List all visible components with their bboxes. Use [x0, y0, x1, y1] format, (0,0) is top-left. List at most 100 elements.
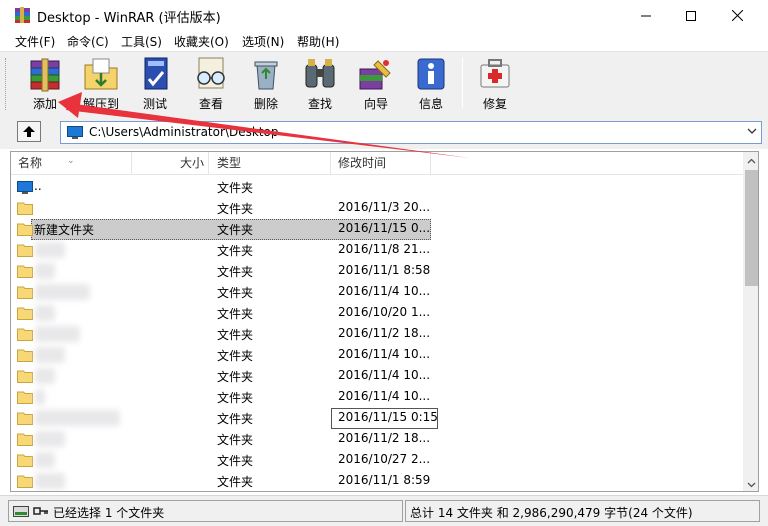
table-row[interactable]: 文件夹 2016/11/4 10...: [11, 345, 743, 366]
file-modified: 2016/11/1 8:58: [338, 263, 431, 277]
extract-to-label: 解压到: [82, 97, 119, 111]
file-modified: 2016/11/4 10...: [338, 368, 431, 382]
minimize-icon: [641, 15, 651, 16]
folder-icon: [17, 202, 33, 215]
column-name-header[interactable]: 名称 ⌄: [11, 152, 132, 175]
menu-file[interactable]: 文件(F): [15, 33, 55, 50]
table-row[interactable]: 文件夹 2016/10/27 2...: [11, 450, 743, 471]
file-type: 文件夹: [217, 349, 254, 363]
folder-icon: [17, 475, 33, 488]
table-row[interactable]: 文件夹 2016/10/20 1...: [11, 303, 743, 324]
status-total: 总计 14 文件夹 和 2,986,290,479 字节(24 个文件): [405, 500, 760, 522]
repair-button[interactable]: 修复: [471, 55, 519, 113]
file-modified: 2016/11/2 18...: [338, 431, 431, 445]
find-button[interactable]: 查找: [296, 55, 344, 113]
table-row[interactable]: 文件夹 2016/11/3 20...: [11, 198, 743, 219]
menu-help[interactable]: 帮助(H): [297, 33, 339, 50]
file-modified: 2016/11/8 21...: [338, 242, 431, 256]
redacted-name: [35, 473, 65, 489]
file-modified: 2016/11/15 0:15: [338, 410, 438, 424]
column-size-header[interactable]: 大小: [132, 152, 209, 175]
file-type: 文件夹: [217, 265, 254, 279]
extract-folder-icon: [84, 58, 118, 90]
column-size-label: 大小: [179, 156, 204, 170]
table-row[interactable]: 新建文件夹 文件夹 2016/11/15 0...: [11, 219, 743, 240]
folder-icon: [17, 349, 33, 362]
column-name-label: 名称: [18, 156, 43, 170]
file-modified: 2016/11/3 20...: [338, 200, 431, 214]
scroll-up-arrow[interactable]: [743, 152, 758, 169]
redacted-name: [35, 263, 55, 279]
table-row[interactable]: 文件夹 2016/11/15 0:15: [11, 408, 743, 429]
menu-favorites[interactable]: 收藏夹(O): [174, 33, 229, 50]
delete-recycle-icon: [254, 61, 278, 90]
file-type: 文件夹: [217, 370, 254, 384]
up-folder-button[interactable]: [17, 121, 41, 142]
table-row[interactable]: .. 文件夹: [11, 177, 743, 198]
key-icon[interactable]: [33, 506, 49, 517]
toolbar-grip[interactable]: [5, 58, 8, 110]
winrar-app-icon: [15, 7, 30, 23]
info-icon: [417, 58, 445, 90]
redacted-name: [35, 347, 65, 363]
file-list[interactable]: 名称 ⌄ 大小 类型 修改时间 .. 文件夹 文件夹 2016/11/3 20... 新…: [10, 151, 759, 492]
scroll-down-arrow[interactable]: [743, 476, 758, 491]
close-button[interactable]: [714, 0, 760, 31]
chevron-down-icon[interactable]: [747, 128, 757, 135]
delete-label: 删除: [253, 97, 278, 111]
chevron-up-icon: [747, 158, 756, 163]
column-modified-header[interactable]: 修改时间: [331, 152, 431, 175]
table-row[interactable]: 文件夹 2016/11/8 21...: [11, 240, 743, 261]
window-title: Desktop - WinRAR (评估版本): [37, 11, 221, 26]
file-modified: 2016/11/15 0...: [338, 221, 431, 235]
close-icon: [731, 10, 743, 21]
parent-folder-icon: [17, 181, 33, 194]
file-type: 文件夹: [217, 454, 254, 468]
minimize-button[interactable]: [623, 0, 669, 31]
info-button[interactable]: 信息: [407, 55, 455, 113]
redacted-name: [35, 389, 45, 405]
file-modified: 2016/11/4 10...: [338, 389, 431, 403]
maximize-button[interactable]: [668, 0, 714, 31]
table-row[interactable]: 文件夹 2016/11/2 18...: [11, 324, 743, 345]
delete-button[interactable]: 删除: [242, 55, 290, 113]
table-row[interactable]: 文件夹 2016/11/4 10...: [11, 366, 743, 387]
path-text: C:\Users\Administrator\Desktop: [89, 125, 279, 139]
desktop-icon: [67, 126, 83, 139]
file-modified: 2016/11/4 10...: [338, 284, 431, 298]
column-type-header[interactable]: 类型: [209, 152, 331, 175]
folder-icon: [17, 286, 33, 299]
wizard-label: 向导: [363, 97, 388, 111]
wizard-button[interactable]: 向导: [352, 55, 400, 113]
folder-icon: [17, 454, 33, 467]
view-button[interactable]: 查看: [187, 55, 235, 113]
sort-chevron-icon: ⌄: [67, 156, 75, 166]
file-name: 新建文件夹: [34, 223, 95, 237]
redacted-name: [35, 431, 65, 447]
test-button[interactable]: 测试: [131, 55, 179, 113]
extract-to-button[interactable]: 解压到: [77, 55, 125, 113]
view-glasses-icon: [197, 57, 225, 89]
path-combobox[interactable]: C:\Users\Administrator\Desktop: [60, 121, 762, 144]
status-selection: 已经选择 1 个文件夹: [8, 500, 403, 522]
vertical-scrollbar[interactable]: [743, 152, 758, 491]
drive-icon[interactable]: [13, 506, 29, 517]
add-button[interactable]: 添加: [21, 55, 69, 113]
add-label: 添加: [32, 97, 57, 111]
menu-options[interactable]: 选项(N): [242, 33, 284, 50]
scroll-thumb[interactable]: [745, 170, 758, 286]
repair-label: 修复: [482, 97, 507, 111]
find-label: 查找: [307, 97, 332, 111]
table-row[interactable]: 文件夹 2016/11/4 10...: [11, 282, 743, 303]
table-row[interactable]: 文件夹 2016/11/4 10...: [11, 387, 743, 408]
redacted-name: [35, 410, 120, 426]
status-total-text: 总计 14 文件夹 和 2,986,290,479 字节(24 个文件): [410, 506, 693, 520]
table-row[interactable]: 文件夹 2016/11/2 18...: [11, 429, 743, 450]
table-row[interactable]: 文件夹 2016/11/1 8:59: [11, 471, 743, 491]
table-row[interactable]: 文件夹 2016/11/1 8:58: [11, 261, 743, 282]
wizard-icon: [359, 60, 391, 90]
file-type: 文件夹: [217, 307, 254, 321]
menu-tools[interactable]: 工具(S): [121, 33, 162, 50]
menu-commands[interactable]: 命令(C): [67, 33, 109, 50]
list-header: 名称 ⌄ 大小 类型 修改时间: [11, 152, 743, 175]
